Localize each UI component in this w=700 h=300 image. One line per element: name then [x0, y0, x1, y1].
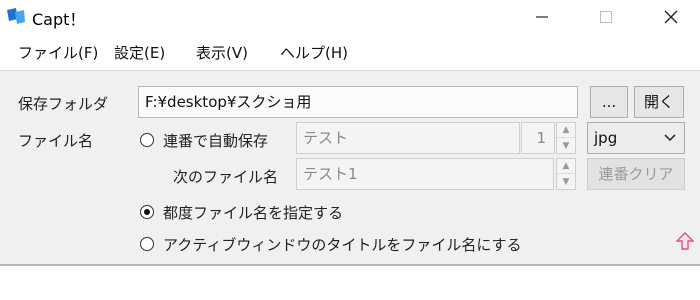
minimize-icon — [536, 16, 548, 18]
chevron-down-icon — [664, 123, 676, 163]
sequential-save-radio[interactable] — [140, 133, 154, 147]
capt-app-icon — [7, 8, 25, 24]
sequential-save-label: 連番で自動保存 — [163, 132, 269, 150]
window-bottom-edge — [0, 264, 700, 266]
minimize-button[interactable] — [519, 0, 565, 34]
clear-sequence-button[interactable]: 連番クリア — [587, 158, 685, 190]
active-window-label: アクティブウィンドウのタイトルをファイル名にする — [163, 236, 522, 254]
browse-folder-button[interactable]: ... — [590, 86, 628, 118]
counter-spinner[interactable]: ▲ ▼ — [556, 122, 576, 154]
spin-up-icon[interactable]: ▲ — [557, 159, 575, 174]
save-folder-input[interactable]: F:¥desktop¥スクショ用 — [138, 86, 578, 118]
spin-up-icon[interactable]: ▲ — [557, 123, 575, 138]
menu-help[interactable]: ヘルプ(H) — [280, 42, 348, 63]
next-file-name-label: 次のファイル名 — [173, 168, 279, 186]
next-name-spinner[interactable]: ▲ ▼ — [556, 158, 576, 190]
spin-down-icon[interactable]: ▼ — [557, 174, 575, 189]
specify-each-label: 都度ファイル名を指定する — [163, 204, 344, 222]
format-select[interactable]: jpg — [587, 122, 685, 154]
format-selected-value: jpg — [594, 129, 618, 147]
specify-each-radio[interactable] — [140, 205, 154, 219]
close-icon — [664, 10, 678, 24]
save-folder-label: 保存フォルダ — [18, 95, 109, 113]
spin-down-icon[interactable]: ▼ — [557, 138, 575, 153]
counter-input[interactable]: 1 — [521, 122, 555, 154]
active-window-radio[interactable] — [140, 237, 154, 251]
maximize-button[interactable] — [583, 0, 629, 34]
menu-settings[interactable]: 設定(E) — [114, 42, 165, 63]
title-bar: Capt！ — [0, 0, 700, 34]
menu-file[interactable]: ファイル(F) — [18, 42, 98, 63]
file-name-label: ファイル名 — [18, 132, 94, 150]
window-title: Capt！ — [32, 10, 86, 29]
close-button[interactable] — [648, 0, 694, 34]
collapse-arrow-icon[interactable] — [676, 232, 694, 250]
open-folder-button[interactable]: 開く — [634, 86, 684, 118]
menu-view[interactable]: 表示(V) — [196, 42, 248, 63]
maximize-icon — [600, 11, 612, 23]
menu-bar: ファイル(F) 設定(E) 表示(V) ヘルプ(H) — [0, 34, 700, 68]
next-file-name-input[interactable]: テスト1 — [296, 158, 554, 190]
sequential-name-input[interactable]: テスト — [296, 122, 520, 154]
